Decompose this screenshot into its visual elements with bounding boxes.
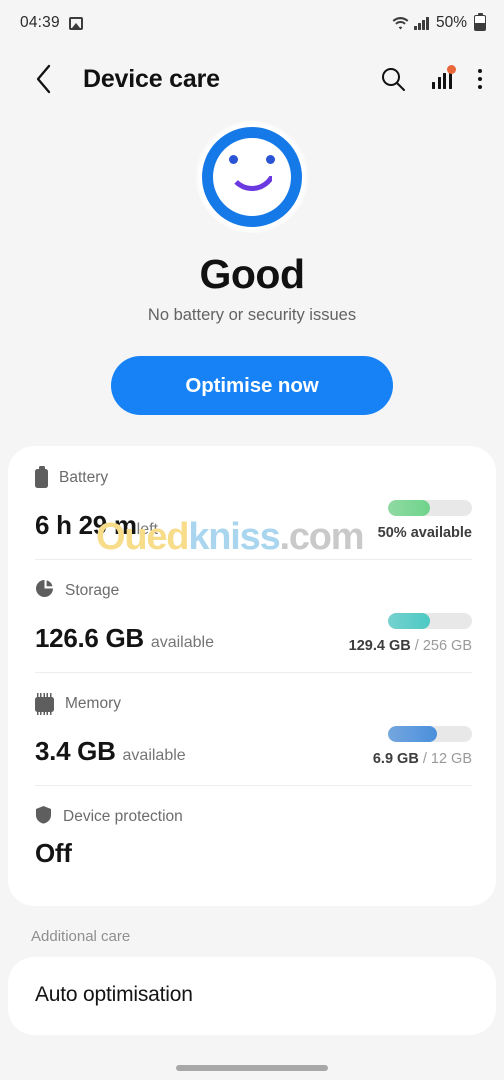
- more-options-button[interactable]: [478, 69, 482, 89]
- metric-value-unit: left: [136, 521, 158, 539]
- metric-caption: 50% available: [332, 525, 472, 541]
- metric-caption-main: 6.9 GB: [372, 751, 419, 767]
- battery-progress-bar: [388, 500, 472, 516]
- metric-header: Storage: [35, 579, 472, 603]
- storage-progress-fill: [388, 613, 430, 629]
- status-time: 04:39: [20, 14, 60, 31]
- metric-header: Device protection: [35, 805, 472, 829]
- metric-value: 3.4 GB available: [35, 736, 186, 767]
- metric-caption-dim: / 256 GB: [410, 638, 472, 654]
- metric-value-number: Off: [35, 838, 72, 868]
- back-chevron-icon: [34, 64, 53, 94]
- storage-pie-icon: [35, 579, 54, 603]
- optimise-now-button[interactable]: Optimise now: [111, 356, 393, 415]
- metric-label: Battery: [59, 469, 109, 486]
- signal-icon: [414, 16, 429, 30]
- metric-value-number: 3.4 GB: [35, 736, 116, 767]
- smiley-face-circle: [202, 127, 302, 227]
- device-metrics-card: Battery 6 h 29 mleft 50% available Stora…: [8, 446, 496, 906]
- battery-progress-fill: [388, 500, 430, 516]
- battery-icon: [35, 465, 48, 488]
- additional-care-section-title: Additional care: [31, 928, 131, 945]
- metric-body: Off: [35, 838, 472, 869]
- usage-chart-button[interactable]: [432, 65, 456, 89]
- metric-label: Memory: [65, 695, 121, 712]
- metric-body: 3.4 GB available 6.9 GB / 12 GB: [35, 726, 472, 767]
- metric-row-battery[interactable]: Battery 6 h 29 mleft 50% available: [8, 446, 496, 559]
- metric-caption-dim: / 12 GB: [418, 751, 472, 767]
- overflow-menu-icon: [478, 69, 482, 89]
- app-bar: Device care: [0, 46, 504, 112]
- metric-caption-main: 50% available: [377, 525, 472, 541]
- status-subtitle: No battery or security issues: [147, 306, 357, 324]
- shield-icon: [35, 805, 52, 829]
- metric-row-device-protection[interactable]: Device protection Off: [8, 785, 496, 898]
- wifi-icon: [392, 16, 409, 30]
- status-bar: 04:39 50%: [0, 0, 504, 46]
- app-bar-actions: [380, 65, 482, 92]
- smiley-face-icon: [199, 124, 305, 230]
- home-gesture-bar[interactable]: [176, 1065, 328, 1071]
- search-icon: [380, 66, 406, 92]
- memory-chip-icon: [35, 692, 54, 716]
- device-status-hero: Good No battery or security issues Optim…: [0, 112, 504, 415]
- metric-row-storage[interactable]: Storage 126.6 GB available 129.4 GB / 25…: [8, 559, 496, 672]
- metric-caption: 129.4 GB / 256 GB: [332, 638, 472, 654]
- metric-right: 6.9 GB / 12 GB: [332, 726, 472, 767]
- metric-value-unit: available: [122, 747, 186, 765]
- storage-progress-bar: [388, 613, 472, 629]
- memory-progress-bar: [388, 726, 472, 742]
- metric-header: Memory: [35, 692, 472, 716]
- additional-care-card: Auto optimisation: [8, 957, 496, 1035]
- metric-value-number: 6 h 29 m: [35, 510, 137, 541]
- metric-body: 6 h 29 mleft 50% available: [35, 500, 472, 541]
- metric-value-number: 126.6 GB: [35, 623, 144, 654]
- metric-caption: 6.9 GB / 12 GB: [332, 751, 472, 767]
- status-bar-right: 50%: [392, 12, 486, 32]
- page-title: Device care: [83, 64, 220, 93]
- status-headline: Good: [199, 251, 305, 297]
- image-icon: [68, 16, 83, 30]
- metric-value: Off: [35, 838, 72, 869]
- metric-right: 129.4 GB / 256 GB: [332, 613, 472, 654]
- smiley-eye-right: [266, 155, 275, 164]
- battery-icon: [474, 12, 486, 31]
- metric-value: 6 h 29 mleft: [35, 510, 158, 541]
- smiley-eye-left: [229, 155, 238, 164]
- metric-value-unit: available: [150, 634, 214, 652]
- search-button[interactable]: [380, 66, 406, 92]
- metric-row-memory[interactable]: Memory 3.4 GB available 6.9 GB / 12 GB: [8, 672, 496, 785]
- notification-badge-dot: [447, 65, 456, 74]
- status-bar-left: 04:39: [20, 14, 83, 32]
- list-item-auto-optimisation[interactable]: Auto optimisation: [8, 957, 496, 1027]
- metric-header: Battery: [35, 465, 472, 488]
- metric-caption-main: 129.4 GB: [348, 638, 411, 654]
- metric-right: 50% available: [332, 500, 472, 541]
- metric-label: Storage: [65, 582, 120, 599]
- back-button[interactable]: [26, 62, 60, 96]
- battery-percent-label: 50%: [435, 14, 467, 31]
- metric-label: Device protection: [63, 808, 183, 825]
- metric-value: 126.6 GB available: [35, 623, 214, 654]
- smiley-mouth: [227, 165, 277, 191]
- memory-progress-fill: [388, 726, 437, 742]
- metric-body: 126.6 GB available 129.4 GB / 256 GB: [35, 613, 472, 654]
